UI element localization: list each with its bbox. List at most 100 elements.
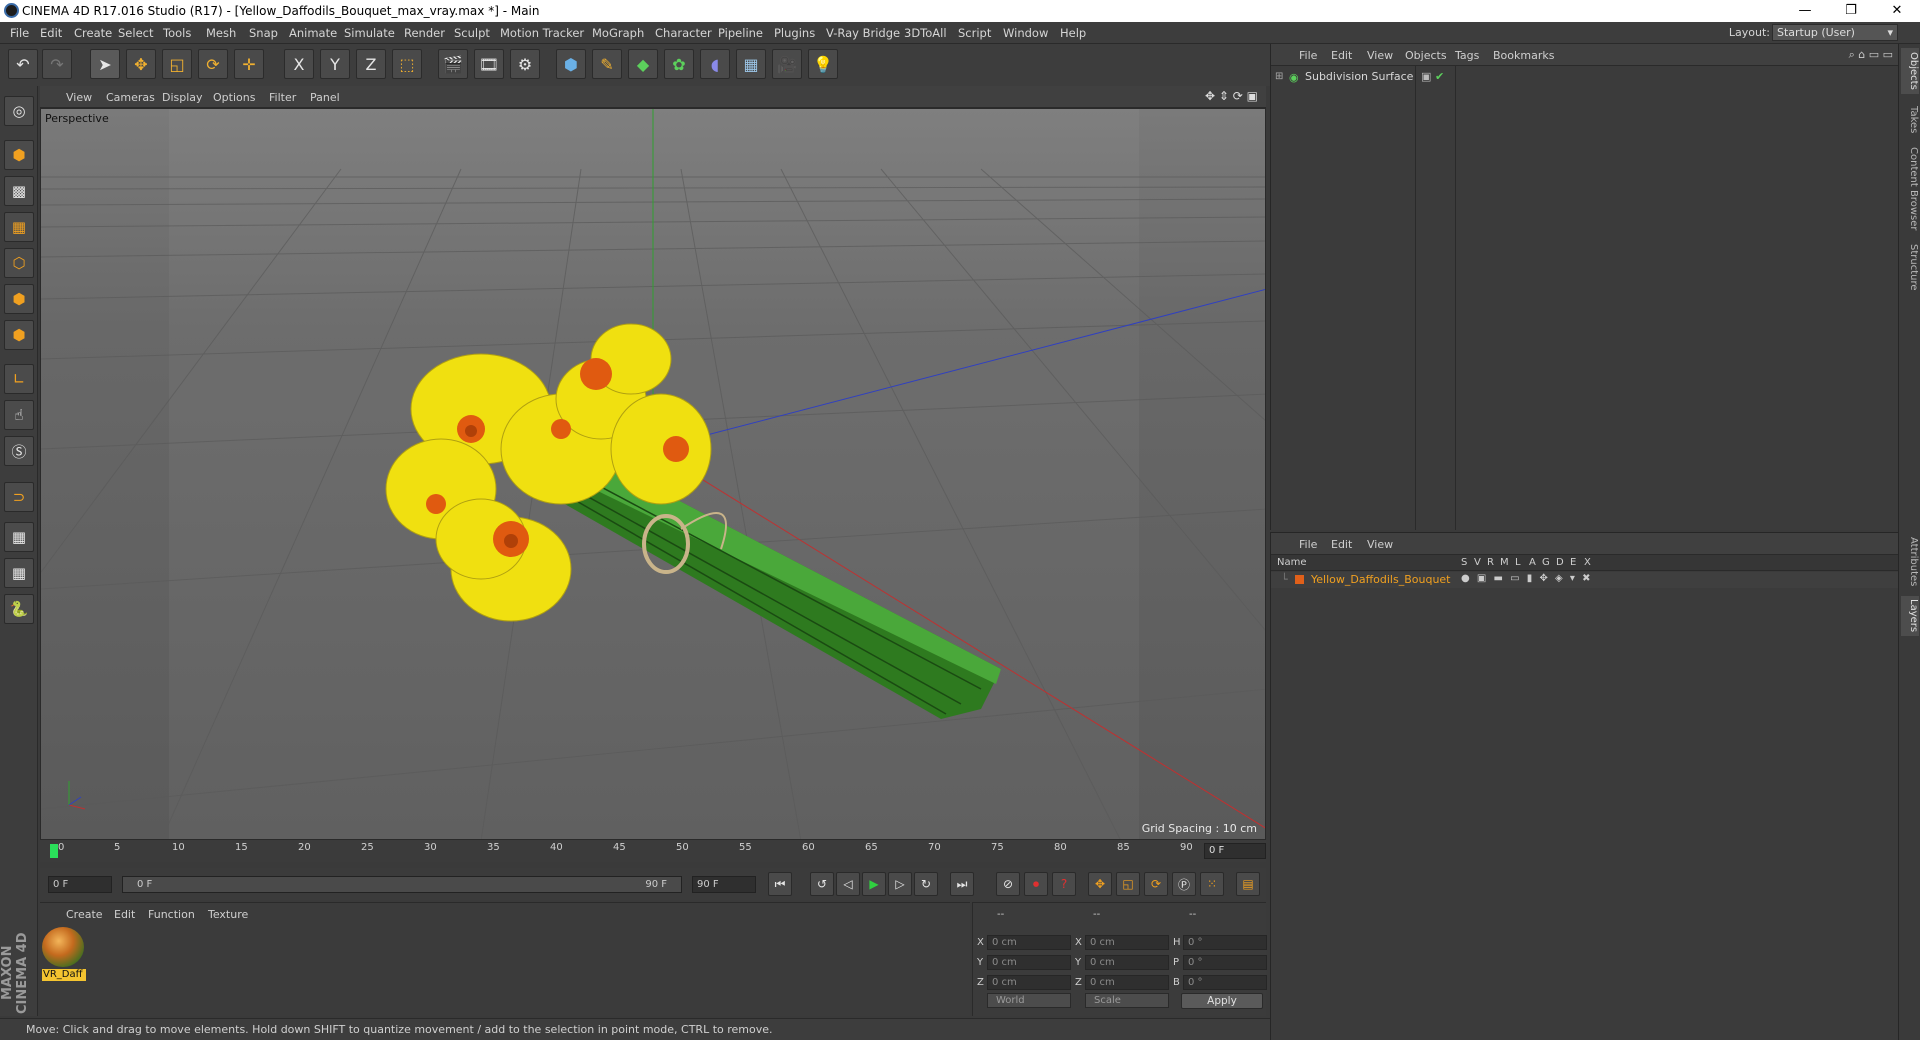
- next-key-icon[interactable]: ↻: [914, 872, 938, 896]
- move-icon[interactable]: ✥: [126, 49, 156, 79]
- layers-menu-file[interactable]: File: [1299, 538, 1317, 551]
- menu-script[interactable]: Script: [958, 26, 991, 40]
- apply-button[interactable]: Apply: [1181, 993, 1263, 1009]
- timeline-window-icon[interactable]: ▤: [1236, 872, 1260, 896]
- objects-menu-edit[interactable]: Edit: [1331, 49, 1352, 62]
- deformers-column-header[interactable]: D: [1556, 557, 1564, 568]
- restore-button[interactable]: ❐: [1828, 0, 1874, 22]
- key-pla-icon[interactable]: ⁙: [1200, 872, 1224, 896]
- tab-layers[interactable]: Layers: [1901, 596, 1919, 636]
- pen-spline-icon[interactable]: ✎: [592, 49, 622, 79]
- points-mode-icon[interactable]: ▦: [4, 212, 34, 242]
- menu-vray-bridge[interactable]: V-Ray Bridge: [826, 26, 900, 40]
- undo-icon[interactable]: ↶: [8, 49, 38, 79]
- menu-simulate[interactable]: Simulate: [344, 26, 395, 40]
- cube-icon[interactable]: ⬢: [556, 49, 586, 79]
- menu-animate[interactable]: Animate: [289, 26, 337, 40]
- grid-workplane-icon[interactable]: ▦: [4, 558, 34, 588]
- position-z-field[interactable]: 0 cm: [987, 975, 1071, 990]
- locked-workplane-icon[interactable]: ⊃: [4, 482, 34, 512]
- tab-structure[interactable]: Structure: [1901, 240, 1919, 294]
- objects-menu-view[interactable]: View: [1367, 49, 1393, 62]
- previous-frame-icon[interactable]: ◁: [836, 872, 860, 896]
- start-frame-field[interactable]: 0 F: [48, 876, 112, 893]
- material-menu-create[interactable]: Create: [66, 908, 103, 921]
- viewport-menu-cameras[interactable]: Cameras: [106, 91, 155, 104]
- key-parameter-icon[interactable]: Ⓟ: [1172, 872, 1196, 896]
- viewport-menu-options[interactable]: Options: [213, 91, 255, 104]
- subdivision-surface-icon[interactable]: ◆: [628, 49, 658, 79]
- visibility-icon[interactable]: ▣: [1421, 70, 1431, 83]
- menu-edit[interactable]: Edit: [40, 26, 62, 40]
- live-select-icon[interactable]: ✛: [234, 49, 264, 79]
- layer-color-swatch[interactable]: [1295, 575, 1304, 584]
- xref-column-header[interactable]: X: [1584, 557, 1591, 568]
- generators-column-header[interactable]: G: [1542, 557, 1550, 568]
- record-keys-icon[interactable]: ⊘: [996, 872, 1020, 896]
- size-mode-select[interactable]: Scale: [1085, 993, 1169, 1008]
- objects-menu-tags[interactable]: Tags: [1455, 49, 1479, 62]
- scale-icon[interactable]: ◱: [162, 49, 192, 79]
- menu-tools[interactable]: Tools: [163, 26, 191, 40]
- snap-magnet-icon[interactable]: Ⓢ: [4, 436, 34, 466]
- minimize-button[interactable]: —: [1782, 0, 1828, 22]
- menu-mograph[interactable]: MoGraph: [592, 26, 644, 40]
- expressions-column-header[interactable]: E: [1570, 557, 1576, 568]
- material-menu-edit[interactable]: Edit: [114, 908, 135, 921]
- material-swatch[interactable]: [42, 927, 84, 967]
- view-column-header[interactable]: V: [1474, 557, 1481, 568]
- size-y-field[interactable]: 0 cm: [1085, 955, 1169, 970]
- menu-help[interactable]: Help: [1060, 26, 1086, 40]
- menu-3dtoall[interactable]: 3DToAll: [904, 26, 947, 40]
- layout-select[interactable]: Startup (User) ▾: [1772, 24, 1898, 41]
- camera-icon[interactable]: 🎥: [772, 49, 802, 79]
- menu-pipeline[interactable]: Pipeline: [718, 26, 763, 40]
- menu-render[interactable]: Render: [404, 26, 445, 40]
- rotation-h-field[interactable]: 0 °: [1183, 935, 1267, 950]
- manager-column-header[interactable]: M: [1500, 557, 1509, 568]
- enabled-check-icon[interactable]: ✔: [1435, 70, 1444, 83]
- edges-mode-icon[interactable]: ⬡: [4, 248, 34, 278]
- size-z-field[interactable]: 0 cm: [1085, 975, 1169, 990]
- menu-character[interactable]: Character: [655, 26, 712, 40]
- render-column-header[interactable]: R: [1487, 557, 1494, 568]
- deformer-icon[interactable]: ◖: [700, 49, 730, 79]
- light-icon[interactable]: 💡: [808, 49, 838, 79]
- layer-flags-icon[interactable]: ● ▣ ▬ ▭ ▮ ✥ ◈ ▾ ✖: [1461, 573, 1592, 584]
- menu-file[interactable]: File: [10, 26, 29, 40]
- key-scale-icon[interactable]: ◱: [1116, 872, 1140, 896]
- viewport-navigation-icon[interactable]: ✥ ⇕ ⟳ ▣: [1205, 89, 1258, 103]
- redo-icon[interactable]: ↷: [42, 49, 72, 79]
- close-button[interactable]: ✕: [1874, 0, 1920, 22]
- locked-column-header[interactable]: L: [1515, 557, 1521, 568]
- next-frame-icon[interactable]: ▷: [888, 872, 912, 896]
- objects-menu-objects[interactable]: Objects: [1405, 49, 1447, 62]
- key-position-icon[interactable]: ✥: [1088, 872, 1112, 896]
- rotation-p-field[interactable]: 0 °: [1183, 955, 1267, 970]
- tweak-mode-icon[interactable]: ∟: [4, 364, 34, 394]
- menu-motion-tracker[interactable]: Motion Tracker: [500, 26, 584, 40]
- layer-name[interactable]: Yellow_Daffodils_Bouquet: [1311, 573, 1451, 586]
- key-rotation-icon[interactable]: ⟳: [1144, 872, 1168, 896]
- material-label[interactable]: VR_Daff: [42, 969, 86, 981]
- viewport-menu-panel[interactable]: Panel: [310, 91, 340, 104]
- viewport-menu-filter[interactable]: Filter: [269, 91, 296, 104]
- end-frame-field[interactable]: 90 F: [692, 876, 756, 893]
- render-view-icon[interactable]: 🎬: [438, 49, 468, 79]
- material-menu-texture[interactable]: Texture: [208, 908, 248, 921]
- objects-menu-file[interactable]: File: [1299, 49, 1317, 62]
- edit-render-settings-icon[interactable]: ⚙: [510, 49, 540, 79]
- position-x-field[interactable]: 0 cm: [987, 935, 1071, 950]
- previous-key-icon[interactable]: ↺: [810, 872, 834, 896]
- frame-range-slider[interactable]: 0 F 90 F: [122, 876, 682, 893]
- layer-row[interactable]: └ Yellow_Daffodils_Bouquet ● ▣ ▬ ▭ ▮ ✥ ◈…: [1271, 572, 1899, 588]
- object-name[interactable]: Subdivision Surface: [1305, 70, 1413, 83]
- objects-menu-bookmarks[interactable]: Bookmarks: [1493, 49, 1554, 62]
- menu-snap[interactable]: Snap: [249, 26, 278, 40]
- layers-menu-edit[interactable]: Edit: [1331, 538, 1352, 551]
- solo-column-header[interactable]: S: [1461, 557, 1467, 568]
- coordinate-space-select[interactable]: World: [987, 993, 1071, 1008]
- axis-mode-icon[interactable]: ⬢: [4, 320, 34, 350]
- viewport-menu-display[interactable]: Display: [162, 91, 203, 104]
- model-mode-icon[interactable]: ◎: [4, 96, 34, 126]
